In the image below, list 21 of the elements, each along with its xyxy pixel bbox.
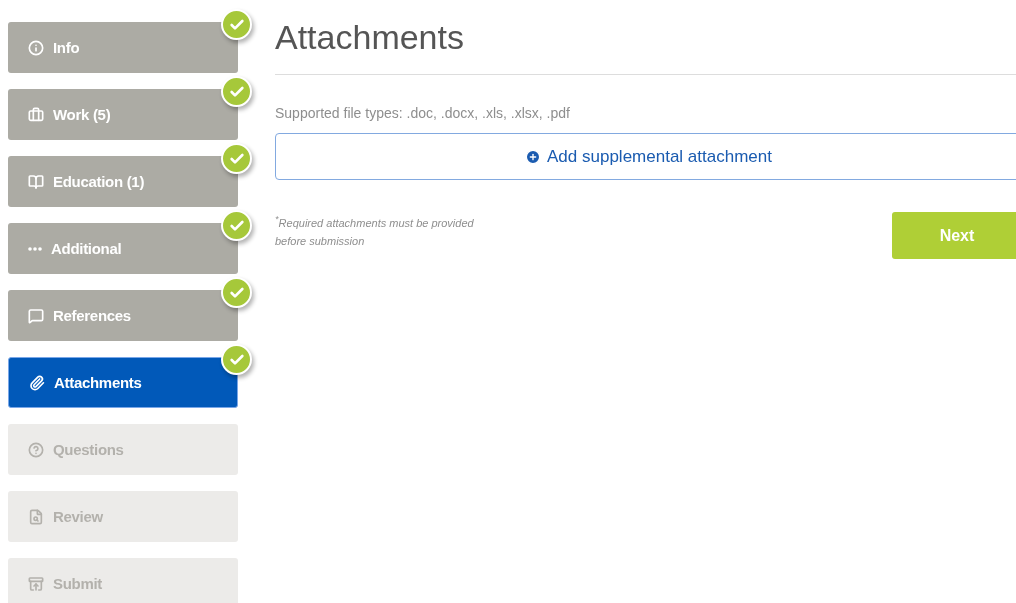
step-tab[interactable]: Attachments (8, 357, 238, 408)
info-icon (28, 39, 44, 56)
document-search-icon (28, 508, 44, 525)
upload-box-icon (28, 575, 44, 592)
step-tab[interactable]: Work (5) (8, 89, 238, 140)
supported-types-text: Supported file types: .doc, .docx, .xls, .xlsx, .pdf (275, 105, 571, 121)
briefcase-icon (28, 106, 44, 123)
dots-icon (28, 246, 42, 251)
paperclip-icon (29, 374, 45, 391)
question-icon (28, 441, 44, 458)
next-button[interactable]: Next (892, 212, 1016, 259)
add-attachment-button[interactable]: Add supplemental attachment (275, 133, 1016, 180)
step-tab[interactable]: Additional (8, 223, 238, 274)
required-note: $^{*}$Required attachments must be provided before submission (275, 213, 475, 249)
step-tab[interactable]: Education (1) (8, 156, 238, 207)
step-tab[interactable]: References (8, 290, 238, 341)
page-title: Attachments (275, 22, 465, 58)
plus-circle-icon (525, 148, 542, 165)
speech-bubble-icon (28, 307, 44, 324)
book-icon (28, 173, 44, 190)
step-tab[interactable]: Info (8, 22, 238, 73)
